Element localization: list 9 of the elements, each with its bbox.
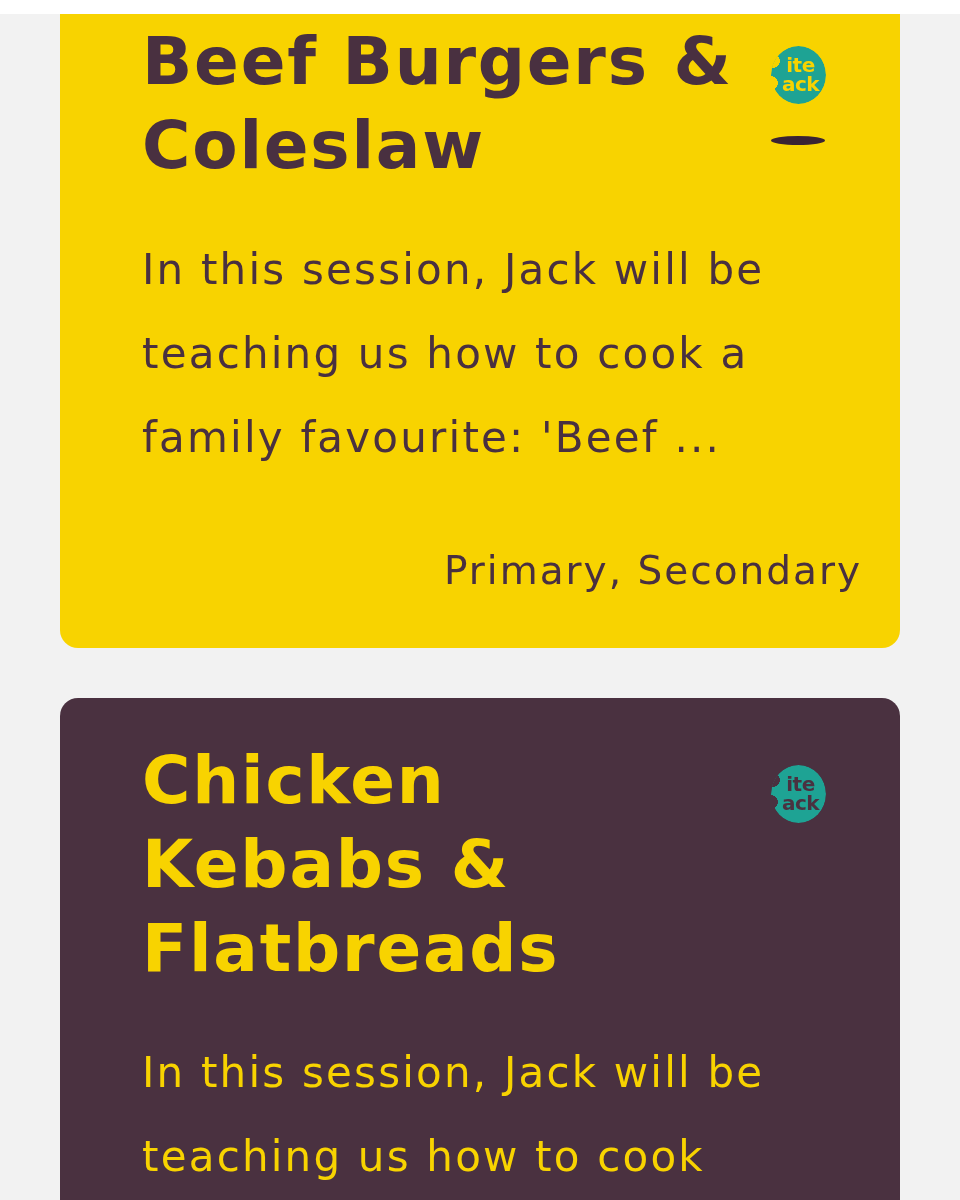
recipe-card[interactable]: Beef Burgers & Coleslaw In this session, Jack will be teaching us how to cook a family favourite: 'Beef ... ite ack Primary, Secondary: [60, 14, 900, 648]
card-description: In this session, Jack will be teaching us how to cook a family favourite: 'Beef ...: [142, 244, 766, 464]
card-description: In this session, Jack will be teaching us how to cook: [142, 1047, 766, 1183]
card-title: Beef Burgers & Coleslaw: [142, 22, 734, 186]
logo-badge: ite ack: [770, 765, 826, 823]
recipe-card[interactable]: Chicken Kebabs & Flatbreads In this session, Jack will be teaching us how to cook ite ack: [60, 698, 900, 1200]
card-title: Chicken Kebabs & Flatbreads: [142, 741, 561, 989]
logo-badge: ite ack: [770, 46, 826, 104]
card-tags: Primary, Secondary: [142, 542, 862, 599]
